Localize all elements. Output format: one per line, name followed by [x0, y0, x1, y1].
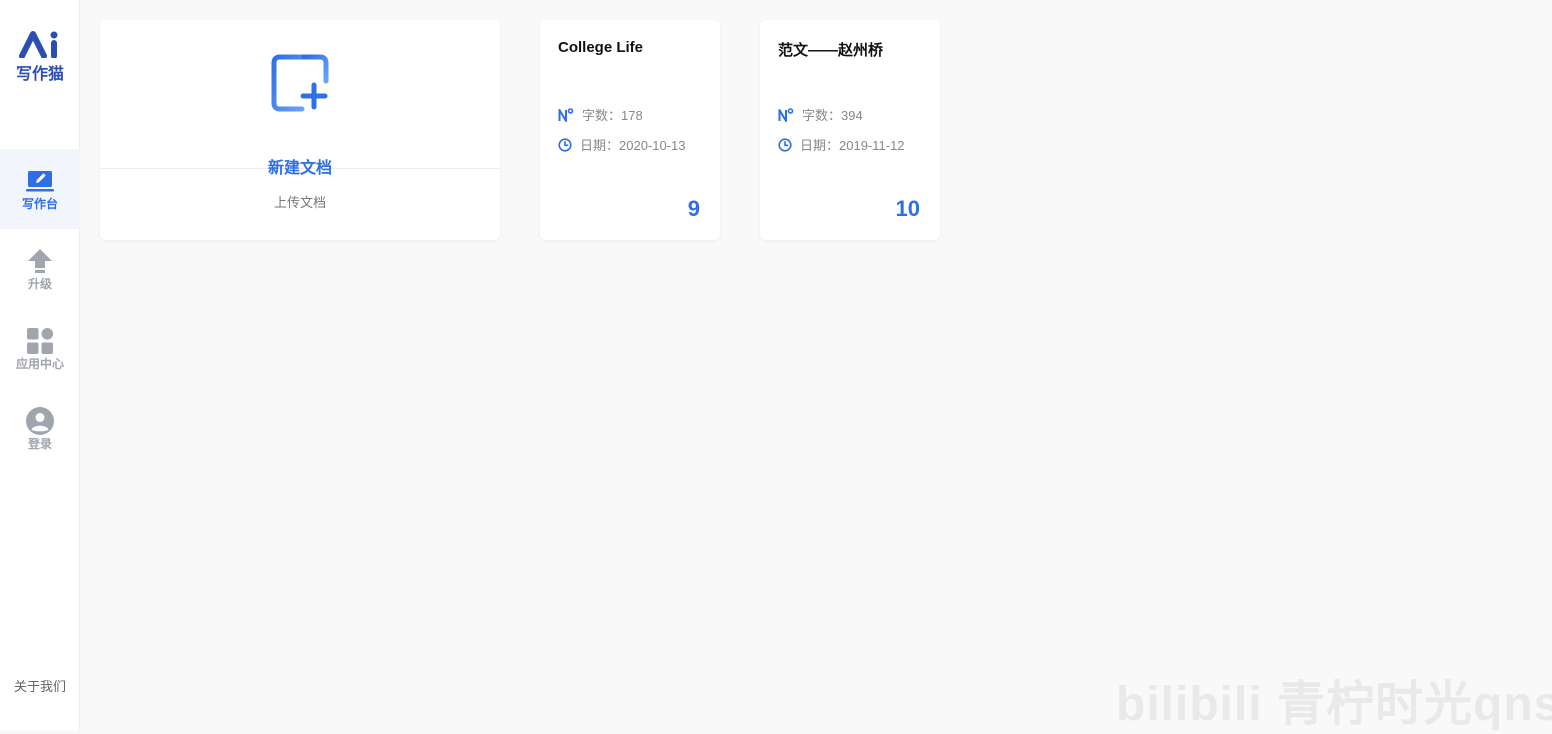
- date-text: 日期：2019-11-12: [800, 138, 905, 153]
- document-title: 范文——赵州桥: [778, 42, 884, 59]
- sidebar-item-label: 写作台: [21, 197, 58, 211]
- logo-ai-icon: [19, 31, 58, 58]
- document-count: 10: [895, 196, 920, 221]
- clock-icon: [778, 138, 792, 152]
- document-title: College Life: [558, 39, 644, 56]
- app-name: 写作猫: [15, 64, 64, 83]
- sidebar-item-label: 应用中心: [15, 357, 64, 371]
- word-count-icon: [778, 108, 794, 122]
- word-count: 字数：394: [778, 105, 863, 124]
- upgrade-arrow-icon: [28, 249, 52, 273]
- word-count: 字数：178: [558, 105, 643, 124]
- upload-document-button[interactable]: 上传文档: [100, 192, 500, 211]
- new-document-button[interactable]: 新建文档: [100, 20, 500, 177]
- document-card[interactable]: College Life 字数：178 日期：2020-10-13 9: [540, 20, 720, 240]
- document-date: 日期：2019-11-12: [778, 135, 905, 154]
- clock-icon: [558, 138, 572, 152]
- about-us-link[interactable]: 关于我们: [0, 676, 80, 695]
- sidebar-item-label: 登录: [27, 437, 52, 451]
- document-count: 9: [687, 196, 700, 221]
- apps-grid-icon: [27, 328, 54, 354]
- new-document-label: 新建文档: [267, 160, 332, 177]
- edit-laptop-icon: [26, 171, 54, 192]
- document-card[interactable]: 范文——赵州桥 字数：394 日期：2019-11-12 10: [760, 20, 940, 240]
- document-date: 日期：2020-10-13: [558, 135, 686, 154]
- user-avatar-icon: [26, 407, 54, 435]
- word-count-text: 字数：178: [582, 108, 643, 123]
- word-count-text: 字数：394: [802, 108, 863, 123]
- video-watermark: bilibili 青柠时光qnsg: [1116, 678, 1552, 731]
- app-logo[interactable]: 写作猫: [0, 28, 80, 84]
- add-document-icon: [271, 54, 329, 112]
- sidebar-item-login[interactable]: 登录: [0, 389, 80, 469]
- sidebar-item-app-center[interactable]: 应用中心: [0, 309, 80, 389]
- new-document-card: 新建文档 上传文档: [100, 20, 500, 240]
- sidebar-item-label: 升级: [27, 277, 52, 291]
- sidebar-item-workbench[interactable]: 写作台: [0, 149, 80, 229]
- word-count-icon: [558, 108, 574, 122]
- sidebar-item-upgrade[interactable]: 升级: [0, 229, 80, 309]
- sidebar: 写作猫 写作台 升级 应用中心 登录 关于我们: [0, 0, 80, 730]
- date-text: 日期：2020-10-13: [580, 138, 686, 153]
